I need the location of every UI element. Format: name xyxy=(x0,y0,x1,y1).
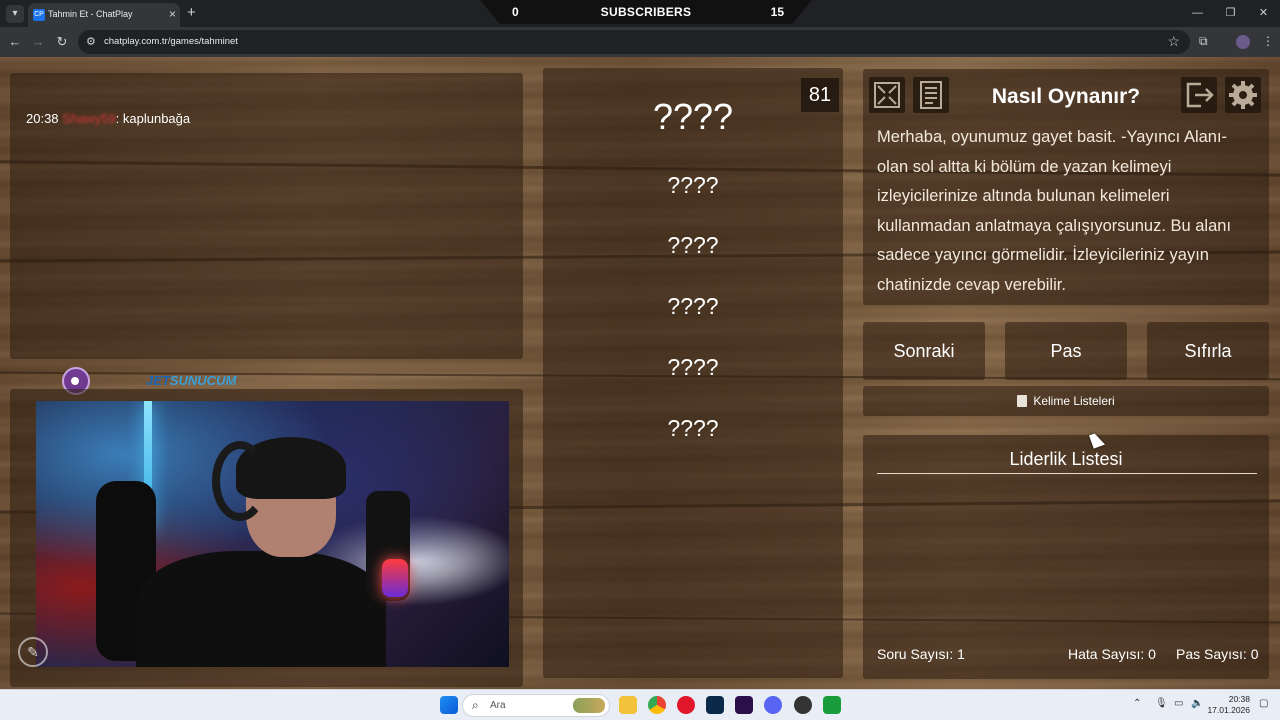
divider xyxy=(877,473,1257,474)
notifications-icon[interactable]: ▢ xyxy=(1259,698,1268,709)
photoshop-icon[interactable] xyxy=(706,696,724,714)
file-explorer-icon[interactable] xyxy=(619,696,637,714)
window-close-icon[interactable]: ✕ xyxy=(1247,0,1280,27)
webcam-video xyxy=(36,401,509,667)
settings-icon[interactable] xyxy=(1225,77,1261,113)
bookmark-star-icon[interactable]: ☆ xyxy=(1167,33,1180,50)
tab-close-icon[interactable]: × xyxy=(169,7,176,21)
search-icon: ⌕ xyxy=(472,698,479,712)
profile-avatar[interactable] xyxy=(1236,35,1250,49)
words-panel: 81 ???? ???? ???? ???? ???? ???? xyxy=(543,68,843,678)
subscribers-overlay: 0 SUBSCRIBERS 15 xyxy=(480,0,812,24)
leaderboard-panel: Liderlik Listesi Soru Sayısı: 1 Hata Say… xyxy=(863,435,1269,679)
search-placeholder: Ara xyxy=(490,700,506,711)
taboo-word: ???? xyxy=(667,415,719,441)
volume-icon[interactable]: 🔈 xyxy=(1191,698,1203,709)
start-windows-icon[interactable] xyxy=(440,696,458,714)
microphone-icon[interactable]: 🎙 xyxy=(1155,698,1168,709)
search-highlight-image xyxy=(573,698,605,713)
chat-time: 20:38 xyxy=(26,111,59,126)
reload-icon[interactable]: ↻ xyxy=(53,33,71,51)
clock-time: 20:38 xyxy=(1228,694,1250,704)
streamer-camera-panel xyxy=(10,389,523,687)
headset xyxy=(212,441,268,521)
how-to-play-text: Merhaba, oyunumuz gayet basit. -Yayıncı … xyxy=(877,128,1232,294)
game-page: 20:38 Shawy59: kaplunbağa JETSUNUCUM ✎ 8… xyxy=(0,57,1280,689)
chat-panel: 20:38 Shawy59: kaplunbağa xyxy=(10,73,523,359)
browser-menu-icon[interactable]: ⋮ xyxy=(1262,34,1274,48)
chrome-icon[interactable] xyxy=(648,696,666,714)
main-word: ???? xyxy=(652,96,734,137)
discord-icon[interactable] xyxy=(764,696,782,714)
browser-tab[interactable]: CP Tahmin Et - ChatPlay × xyxy=(28,3,180,27)
edit-pencil-icon[interactable]: ✎ xyxy=(18,637,48,667)
new-tab-plus-icon[interactable]: + xyxy=(187,4,196,21)
leaderboard-title: Liderlik Listesi xyxy=(1009,449,1123,469)
back-arrow-icon[interactable]: ← xyxy=(6,33,24,51)
chat-text: : kaplunbağa xyxy=(115,111,191,126)
obs-icon[interactable] xyxy=(794,696,812,714)
taboo-word: ???? xyxy=(667,354,719,380)
system-clock[interactable]: 20:38 17.01.2026 xyxy=(1207,694,1250,716)
premiere-icon[interactable] xyxy=(735,696,753,714)
taboo-word: ???? xyxy=(667,293,719,319)
how-to-play-panel: Nasıl Oynanır? Merhaba, oyunumuz gayet b… xyxy=(863,69,1269,305)
error-count: Hata Sayısı: 0 xyxy=(1068,646,1156,662)
site-info-icon[interactable]: ⚙ xyxy=(86,35,96,48)
word-lists-button[interactable]: Kelime Listeleri xyxy=(863,386,1269,416)
address-bar[interactable]: ⚙ chatplay.com.tr/games/tahminet ☆ xyxy=(78,30,1190,54)
subs-right-count: 15 xyxy=(770,5,784,19)
sponsor-logo-prefix: JET xyxy=(146,373,170,388)
network-icon[interactable]: ▭ xyxy=(1174,698,1183,709)
taboo-word: ???? xyxy=(667,232,719,258)
sponsor-logo-jetsunucum: JETSUNUCUM xyxy=(146,373,236,388)
taboo-word: ???? xyxy=(667,172,719,198)
next-button[interactable]: Sonraki xyxy=(863,322,985,380)
tab-title: Tahmin Et - ChatPlay xyxy=(48,9,133,19)
extensions-icon[interactable]: ⧉ xyxy=(1199,34,1208,49)
sponsor-logo-suffix: SUNUCUM xyxy=(169,373,237,388)
tab-search-button[interactable]: ▾ xyxy=(6,5,24,23)
taskbar-search[interactable]: ⌕ Ara xyxy=(462,694,610,717)
subs-title: SUBSCRIBERS xyxy=(600,5,692,19)
browser-toolbar: ← → ↻ ⚙ chatplay.com.tr/games/tahminet ☆… xyxy=(0,27,1280,57)
windows-taskbar: ⌕ Ara ⌃ 🎙 ▭ 🔈 20:38 17.01.2026 ▢ xyxy=(0,689,1280,720)
word-lists-label: Kelime Listeleri xyxy=(1033,394,1115,408)
clock-date: 17.01.2026 xyxy=(1207,705,1250,715)
microphone-light xyxy=(382,559,408,597)
restore-icon[interactable]: ❐ xyxy=(1214,0,1247,27)
browser-tab-bar: ▾ CP Tahmin Et - ChatPlay × + 0 SUBSCRIB… xyxy=(0,0,1280,27)
exit-icon[interactable] xyxy=(1181,77,1217,113)
book-icon xyxy=(1017,395,1028,407)
window-controls: — ❐ ✕ xyxy=(1181,0,1280,27)
pass-button[interactable]: Pas xyxy=(1005,322,1127,380)
opera-icon[interactable] xyxy=(677,696,695,714)
chat-username: Shawy59 xyxy=(62,111,116,126)
app-icon[interactable] xyxy=(823,696,841,714)
chat-message: 20:38 Shawy59: kaplunbağa xyxy=(26,111,190,126)
minimize-icon[interactable]: — xyxy=(1181,0,1214,27)
reset-button[interactable]: Sıfırla xyxy=(1147,322,1269,380)
tray-chevron-icon[interactable]: ⌃ xyxy=(1133,698,1141,709)
pass-count: Pas Sayısı: 0 xyxy=(1176,646,1259,662)
forward-arrow-icon[interactable]: → xyxy=(29,33,47,51)
question-count: Soru Sayısı: 1 xyxy=(877,646,965,662)
tab-favicon-icon: CP xyxy=(33,9,45,21)
url-text[interactable]: chatplay.com.tr/games/tahminet xyxy=(104,36,238,47)
streamer-body xyxy=(136,551,386,667)
